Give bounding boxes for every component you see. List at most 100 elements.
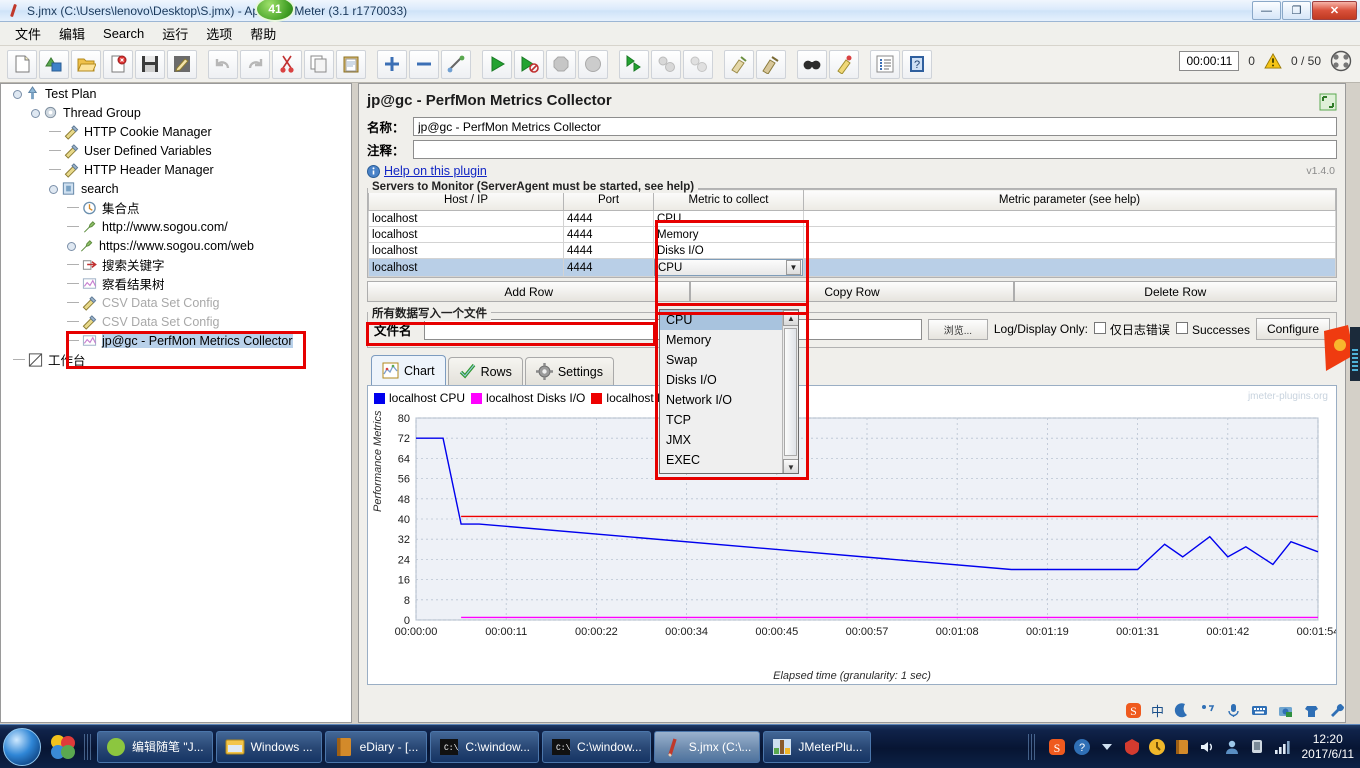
minimize-button[interactable]: — [1252, 1, 1281, 20]
device-tray-icon[interactable] [1248, 738, 1266, 756]
dropdown-option-3[interactable]: Disks I/O [660, 370, 798, 390]
start-button[interactable] [482, 49, 512, 79]
taskbar-task-2[interactable]: eDiary - [... [324, 730, 428, 763]
errors-only-box[interactable] [1093, 321, 1106, 334]
open-button[interactable] [71, 49, 101, 79]
dropdown-scrollbar[interactable]: ▲ ▼ [782, 310, 798, 473]
cell-metric[interactable]: CPU [653, 210, 804, 227]
tree-item-10[interactable]: 察看结果树 [1, 274, 351, 293]
tree-item-3[interactable]: User Defined Variables [1, 141, 351, 160]
show-hidden-arrow-icon[interactable] [1098, 738, 1116, 756]
redo-button[interactable] [240, 49, 270, 79]
network-icon[interactable] [1273, 738, 1291, 756]
scroll-up-arrow[interactable]: ▲ [783, 310, 798, 326]
cell-host[interactable]: localhost [368, 226, 564, 243]
start-no-timers-button[interactable] [514, 49, 544, 79]
metric-dropdown-popup[interactable]: CPU Memory Swap Disks I/O Network I/O TCP JMX E… [659, 309, 799, 474]
element-config-pane[interactable]: jp@gc - PerfMon Metrics Collector 名称： 注释… [358, 83, 1346, 723]
table-row[interactable]: localhost 4444 Memory [368, 226, 1336, 243]
ediary-tray-icon[interactable] [1173, 738, 1191, 756]
tree-item-7[interactable]: http://www.sogou.com/ [1, 217, 351, 236]
dropdown-option-7[interactable]: EXEC [660, 450, 798, 470]
save-button[interactable] [135, 49, 165, 79]
clear-button[interactable] [724, 49, 754, 79]
tree-expand-knob[interactable] [13, 89, 22, 99]
toggle-button[interactable] [441, 49, 471, 79]
performance-chart[interactable]: localhost CPU localhost Disks I/O localhos… [367, 385, 1337, 685]
metric-combo[interactable]: CPU ▼ [654, 259, 803, 276]
templates-button[interactable] [39, 49, 69, 79]
successes-checkbox[interactable]: Successes [1175, 321, 1250, 337]
clear-all-button[interactable] [756, 49, 786, 79]
tree-expand-knob[interactable] [67, 241, 76, 251]
close-button[interactable]: ✕ [1312, 1, 1357, 20]
taskbar-task-6[interactable]: JMeterPlu... [763, 730, 872, 763]
cell-metric[interactable]: Disks I/O [653, 242, 804, 259]
shutdown-button[interactable] [578, 49, 608, 79]
help-button[interactable]: ? [902, 49, 932, 79]
screenshot-icon[interactable] [1277, 702, 1294, 719]
mic-icon[interactable] [1225, 702, 1242, 719]
tree-item-1[interactable]: Thread Group [1, 103, 351, 122]
expand-all-button[interactable] [377, 49, 407, 79]
menu-item-run[interactable]: 运行 [153, 21, 197, 46]
window-controls[interactable]: — ❐ ✕ [1252, 1, 1357, 20]
function-helper-button[interactable] [870, 49, 900, 79]
main-toolbar[interactable]: ? 00:00:11 0 0 / 50 [0, 46, 1360, 83]
start-button[interactable] [3, 727, 41, 766]
taskbar-task-0[interactable]: 编辑随笔 "J... [97, 730, 213, 763]
menu-item-options[interactable]: 选项 [197, 21, 241, 46]
quick-launch-icon[interactable] [47, 731, 79, 763]
delete-row-button[interactable]: Delete Row [1013, 281, 1337, 302]
restore-button[interactable]: ❐ [1282, 1, 1311, 20]
cell-param[interactable] [803, 258, 1336, 277]
save-as-button[interactable] [167, 49, 197, 79]
taskbar-task-3[interactable]: C:\_ C:\window... [430, 730, 540, 763]
cell-host[interactable]: localhost [368, 242, 564, 259]
cell-metric[interactable]: Memory [653, 226, 804, 243]
table-row[interactable]: localhost 4444 CPU ▼ [368, 258, 1336, 277]
taskbar-task-1[interactable]: Windows ... [215, 730, 322, 763]
sogou-tray-icon[interactable]: S [1048, 738, 1066, 756]
cut-button[interactable] [272, 49, 302, 79]
tree-expand-knob[interactable] [49, 184, 58, 194]
search-reset-button[interactable] [829, 49, 859, 79]
remote-shutdown-all-button[interactable] [683, 49, 713, 79]
floating-edge-widget[interactable] [1324, 325, 1360, 383]
tree-item-14[interactable]: 工作台 [1, 350, 351, 369]
cell-param[interactable] [803, 226, 1336, 243]
cell-port[interactable]: 4444 [563, 242, 654, 259]
table-row[interactable]: localhost 4444 CPU [368, 210, 1336, 227]
dropdown-option-4[interactable]: Network I/O [660, 390, 798, 410]
ime-mode-label[interactable]: 中 [1151, 701, 1164, 720]
stop-button[interactable] [546, 49, 576, 79]
tree-item-12[interactable]: CSV Data Set Config [1, 312, 351, 331]
cell-host[interactable]: localhost [368, 258, 564, 277]
table-row[interactable]: localhost 4444 Disks I/O [368, 242, 1336, 259]
cell-metric[interactable]: CPU ▼ [653, 258, 804, 277]
cell-port[interactable]: 4444 [563, 226, 654, 243]
remote-start-all-button[interactable] [619, 49, 649, 79]
security-tray-icon[interactable] [1123, 738, 1141, 756]
tray-grip[interactable] [1027, 733, 1036, 760]
windows-taskbar[interactable]: 编辑随笔 "J...Windows ...eDiary - [...C:\_C:… [0, 724, 1360, 768]
cell-port[interactable]: 4444 [563, 258, 654, 277]
cell-param[interactable] [803, 242, 1336, 259]
browse-button[interactable]: 浏览... [927, 318, 988, 340]
comment-input[interactable] [413, 140, 1337, 159]
tree-item-5[interactable]: search [1, 179, 351, 198]
tab-settings[interactable]: Settings [524, 357, 615, 385]
scrollbar-thumb[interactable] [784, 328, 797, 456]
undo-button[interactable] [208, 49, 238, 79]
warning-triangle-icon[interactable] [1264, 53, 1282, 69]
paste-button[interactable] [336, 49, 366, 79]
close-plan-button[interactable] [103, 49, 133, 79]
volume-icon[interactable] [1198, 738, 1216, 756]
copy-row-button[interactable]: Copy Row [690, 281, 1014, 302]
taskbar-task-4[interactable]: C:\_ C:\window... [542, 730, 651, 763]
taskbar-grip[interactable] [84, 733, 92, 760]
tree-item-0[interactable]: Test Plan [1, 84, 351, 103]
tree-item-11[interactable]: CSV Data Set Config [1, 293, 351, 312]
sogou-logo-icon[interactable]: S [1125, 702, 1142, 719]
successes-box[interactable] [1175, 321, 1188, 334]
